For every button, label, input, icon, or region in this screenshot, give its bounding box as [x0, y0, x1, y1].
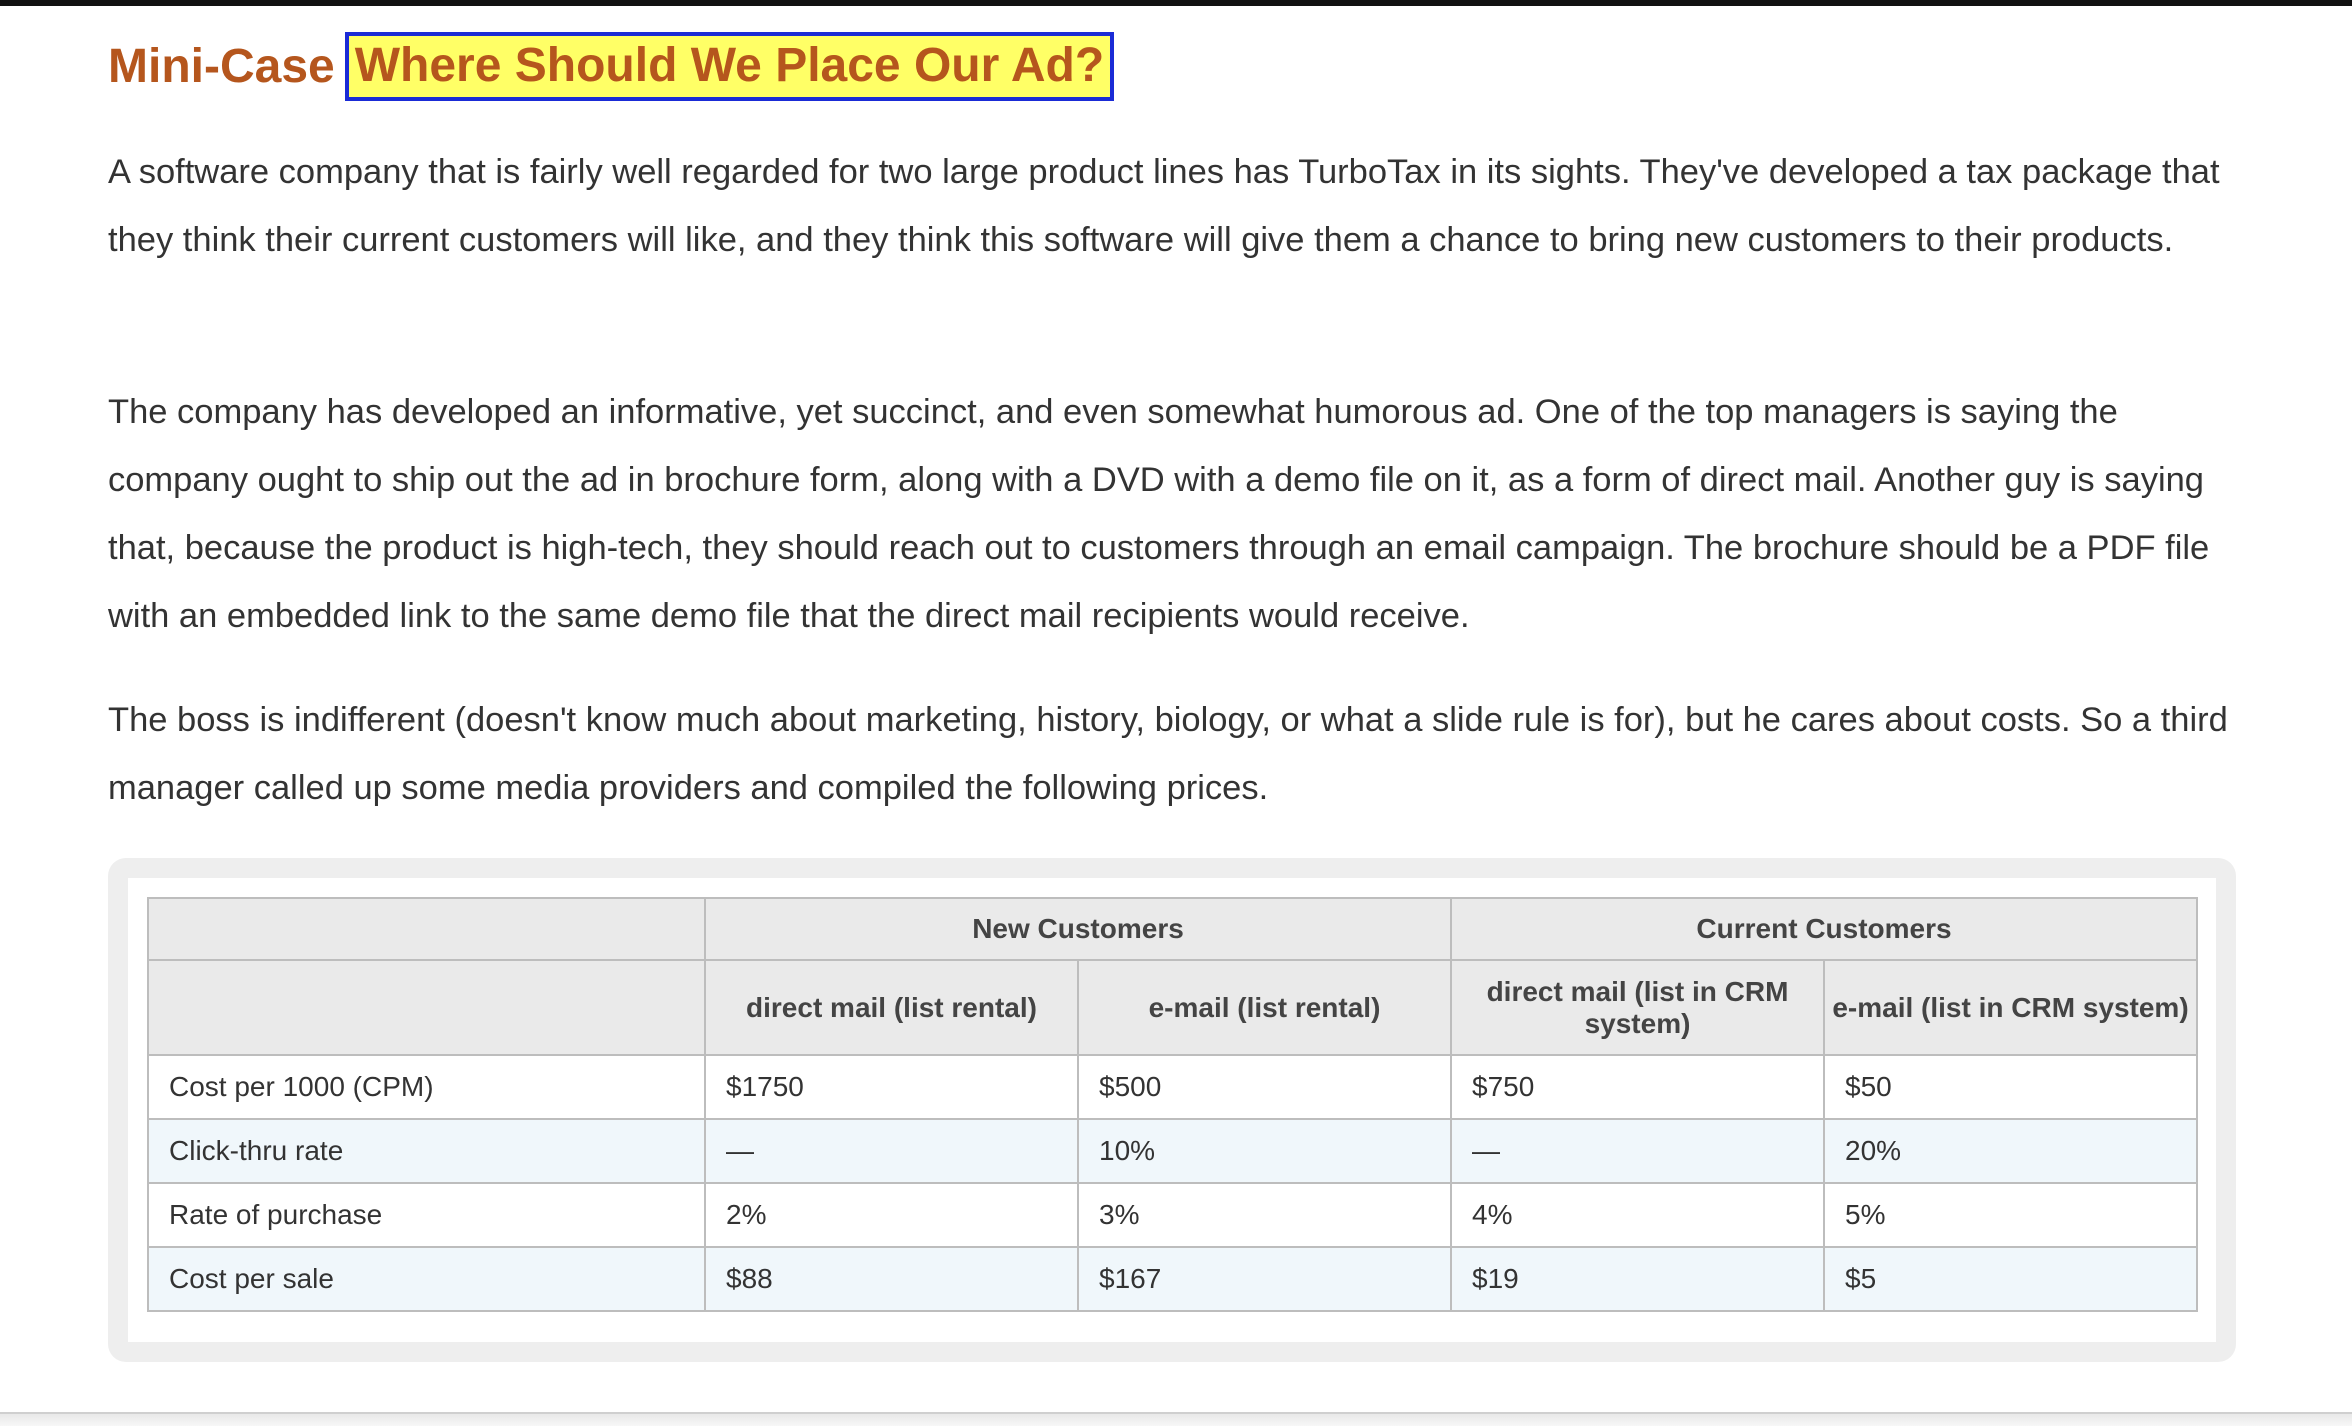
row-label: Click-thru rate — [147, 1118, 706, 1184]
title-prefix: Mini-Case — [108, 39, 335, 93]
column-header: e-mail (list rental) — [1077, 959, 1452, 1056]
table-row: Click-thru rate — 10% — 20% — [147, 1118, 2199, 1184]
table-cell: 5% — [1822, 1182, 2199, 1248]
table-cell: $50 — [1822, 1054, 2199, 1120]
column-header: direct mail (list in CRM system) — [1450, 959, 1825, 1056]
table-cell: 3% — [1077, 1182, 1452, 1248]
table-cell: — — [1450, 1118, 1825, 1184]
table-cell: $5 — [1822, 1246, 2199, 1312]
table-panel: New Customers Current Customers direct m… — [128, 878, 2216, 1342]
empty-header-cell — [147, 959, 706, 1056]
row-label: Cost per 1000 (CPM) — [147, 1054, 706, 1120]
column-header: direct mail (list rental) — [704, 959, 1079, 1056]
row-label: Cost per sale — [147, 1246, 706, 1312]
table-cell: $500 — [1077, 1054, 1452, 1120]
table-cell: $750 — [1450, 1054, 1825, 1120]
group-header-current-customers: Current Customers — [1449, 897, 2199, 961]
empty-header-cell — [147, 897, 706, 961]
media-prices-table: New Customers Current Customers direct m… — [147, 897, 2199, 1312]
table-cell: — — [704, 1118, 1079, 1184]
column-header: e-mail (list in CRM system) — [1822, 959, 2199, 1056]
page-title: Mini-Case Where Should We Place Our Ad? — [108, 30, 1115, 102]
table-cell: 2% — [704, 1182, 1079, 1248]
table-group-header-row: New Customers Current Customers — [147, 897, 2199, 961]
table-cell: 20% — [1822, 1118, 2199, 1184]
table-cell: $1750 — [704, 1054, 1079, 1120]
table-row: Cost per 1000 (CPM) $1750 $500 $750 $50 — [147, 1054, 2199, 1120]
row-label: Rate of purchase — [147, 1182, 706, 1248]
paragraph-ad-options: The company has developed an informative… — [108, 393, 2210, 635]
group-header-new-customers: New Customers — [704, 897, 1452, 961]
table-column-header-row: direct mail (list rental) e-mail (list r… — [147, 959, 2199, 1056]
table-container: New Customers Current Customers direct m… — [108, 858, 2236, 1362]
table-cell: $19 — [1450, 1246, 1825, 1312]
table-cell: 10% — [1077, 1118, 1452, 1184]
table-cell: $88 — [704, 1246, 1079, 1312]
paragraph-intro: A software company that is fairly well r… — [108, 153, 2220, 259]
table-row: Rate of purchase 2% 3% 4% 5% — [147, 1182, 2199, 1248]
highlighted-title[interactable]: Where Should We Place Our Ad? — [344, 31, 1115, 101]
table-row: Cost per sale $88 $167 $19 $5 — [147, 1246, 2199, 1312]
paragraph-costs: The boss is indifferent (doesn't know mu… — [108, 701, 2228, 807]
table-cell: $167 — [1077, 1246, 1452, 1312]
top-border — [0, 0, 2352, 6]
table-cell: 4% — [1450, 1182, 1825, 1248]
